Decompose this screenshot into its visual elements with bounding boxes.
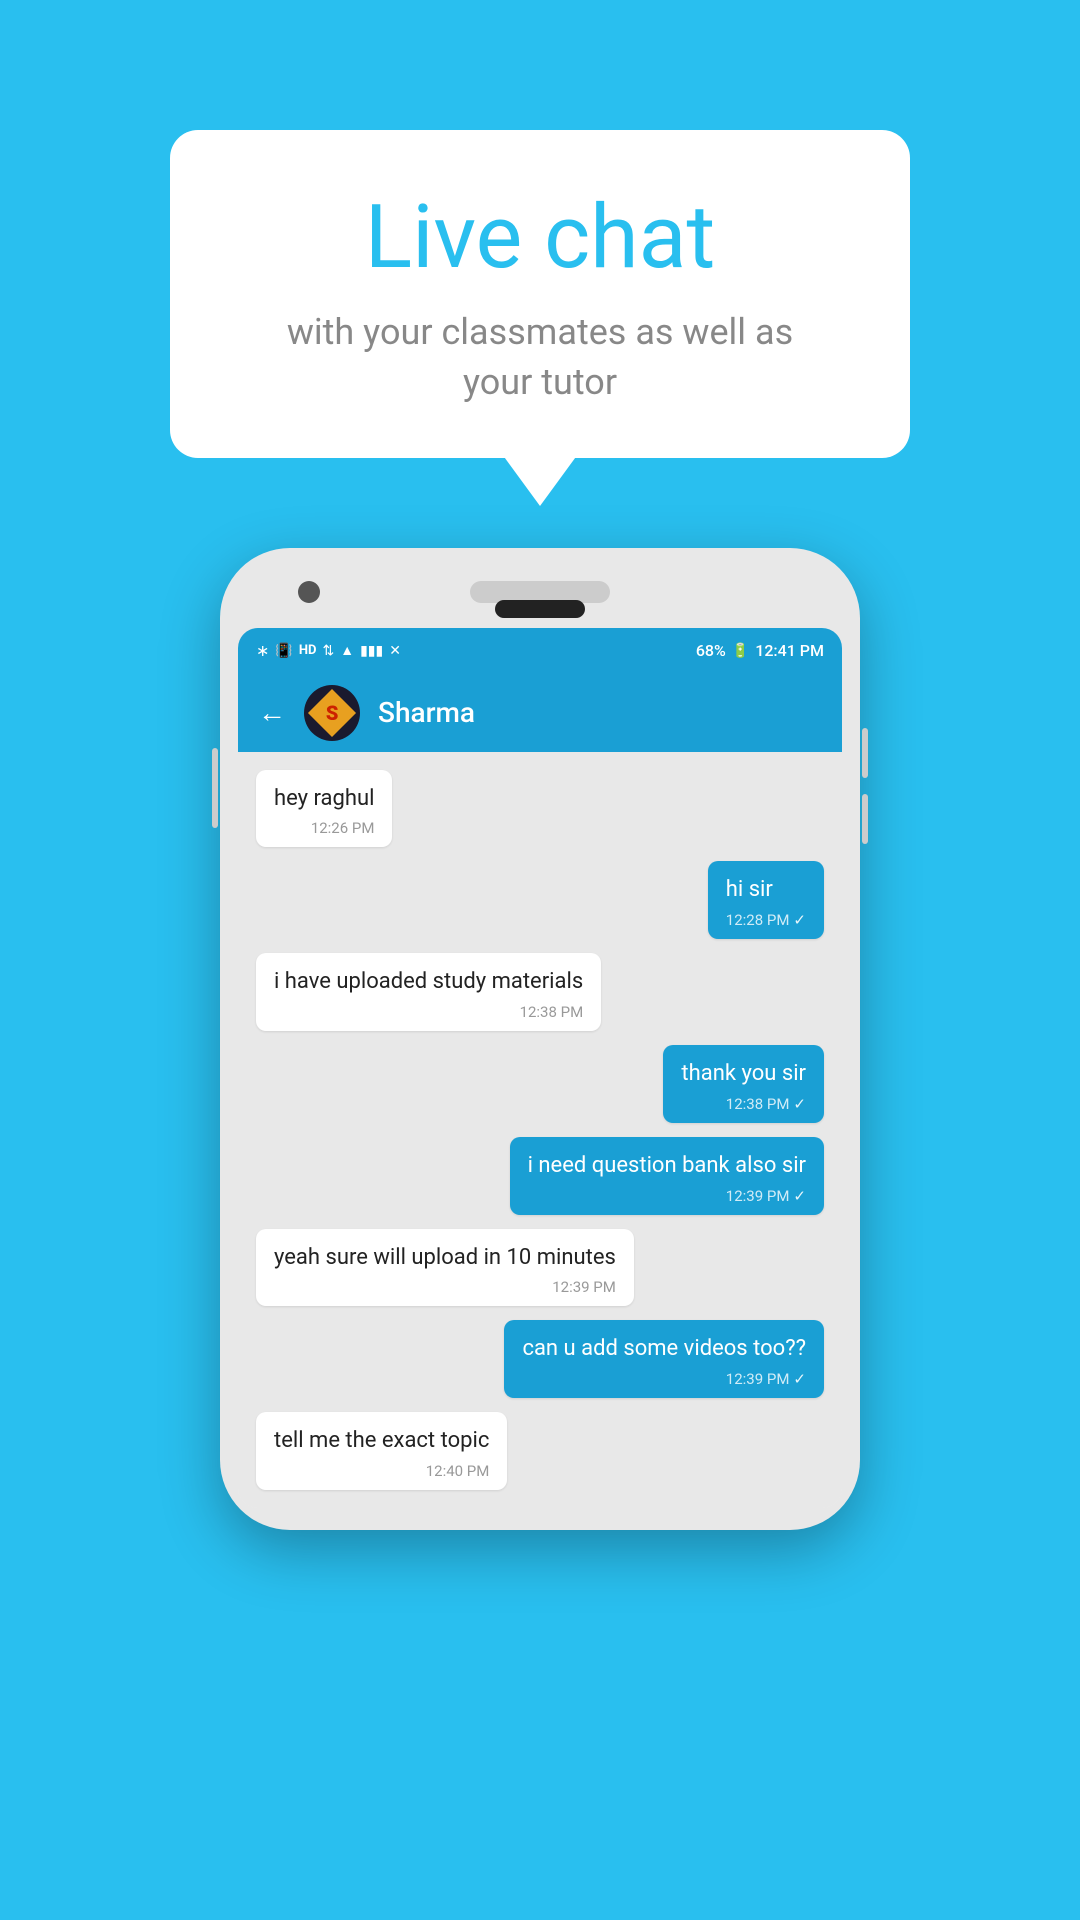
vibrate-icon: 📳 <box>275 643 292 659</box>
message-time: 12:38 PM <box>274 1003 583 1021</box>
read-receipt-icon: ✓ <box>793 1370 806 1388</box>
message-bubble: can u add some videos too?? 12:39 PM ✓ <box>504 1320 824 1398</box>
message-text: i have uploaded study materials <box>274 967 583 998</box>
phone-top-hardware <box>238 570 842 614</box>
signal-icon: ▮▮▮ <box>360 643 383 659</box>
message-bubble: yeah sure will upload in 10 minutes 12:39… <box>256 1229 634 1307</box>
message-text: can u add some videos too?? <box>522 1334 806 1365</box>
status-bar: ∗ 📳 HD ⇅ ▲ ▮▮▮ ✕ 68% 🔋 12:41 PM <box>238 628 842 674</box>
message-time: 12:40 PM <box>274 1462 489 1480</box>
earpiece <box>495 600 585 618</box>
message-time: 12:39 PM ✓ <box>528 1187 806 1205</box>
power-button <box>212 748 218 828</box>
status-left-icons: ∗ 📳 HD ⇅ ▲ ▮▮▮ ✕ <box>256 641 401 660</box>
message-time: 12:39 PM <box>274 1278 616 1296</box>
message-bubble: thank you sir 12:38 PM ✓ <box>663 1045 824 1123</box>
read-receipt-icon: ✓ <box>793 1187 806 1205</box>
contact-name: Sharma <box>378 696 475 729</box>
speech-bubble: Live chat with your classmates as well a… <box>170 130 910 458</box>
volume-up-button <box>862 728 868 778</box>
clock: 12:41 PM <box>755 641 824 660</box>
message-bubble: hey raghul 12:26 PM <box>256 770 392 848</box>
message-text: i need question bank also sir <box>528 1151 806 1182</box>
read-receipt-icon: ✓ <box>793 1095 806 1113</box>
message-text: hi sir <box>726 875 806 906</box>
bluetooth-icon: ∗ <box>256 641 269 660</box>
read-receipt-icon: ✓ <box>793 911 806 929</box>
message-text: tell me the exact topic <box>274 1426 489 1457</box>
phone-mockup: ∗ 📳 HD ⇅ ▲ ▮▮▮ ✕ 68% 🔋 12:41 PM ← <box>220 548 860 1530</box>
message-text: thank you sir <box>681 1059 806 1090</box>
message-text: hey raghul <box>274 784 374 815</box>
superman-s-letter: S <box>326 701 339 725</box>
volume-down-button <box>862 794 868 844</box>
battery-icon: 🔋 <box>732 643 749 659</box>
front-camera <box>298 581 320 603</box>
message-time: 12:28 PM ✓ <box>726 911 806 929</box>
x-signal-icon: ✕ <box>389 643 401 659</box>
message-time: 12:39 PM ✓ <box>522 1370 806 1388</box>
bubble-title: Live chat <box>250 190 830 287</box>
data-arrows-icon: ⇅ <box>322 643 334 659</box>
avatar: S <box>304 685 360 741</box>
back-button[interactable]: ← <box>258 696 286 729</box>
bubble-subtitle: with your classmates as well as your tut… <box>250 307 830 408</box>
chat-area: hey raghul 12:26 PM hi sir 12:28 PM ✓ i have… <box>238 752 842 1508</box>
message-text: yeah sure will upload in 10 minutes <box>274 1243 616 1274</box>
message-time: 12:26 PM <box>274 819 374 837</box>
superman-diamond: S <box>308 689 356 737</box>
message-bubble: hi sir 12:28 PM ✓ <box>708 861 824 939</box>
message-bubble: i have uploaded study materials 12:38 PM <box>256 953 601 1031</box>
app-bar: ← S Sharma <box>238 674 842 752</box>
message-bubble: tell me the exact topic 12:40 PM <box>256 1412 507 1490</box>
message-time: 12:38 PM ✓ <box>681 1095 806 1113</box>
wifi-icon: ▲ <box>340 642 354 659</box>
battery-percent: 68% <box>696 641 726 660</box>
message-bubble: i need question bank also sir 12:39 PM ✓ <box>510 1137 824 1215</box>
phone-screen: ∗ 📳 HD ⇅ ▲ ▮▮▮ ✕ 68% 🔋 12:41 PM ← <box>238 628 842 1508</box>
hd-label: HD <box>299 643 317 658</box>
status-right-area: 68% 🔋 12:41 PM <box>696 641 824 660</box>
phone-outer: ∗ 📳 HD ⇅ ▲ ▮▮▮ ✕ 68% 🔋 12:41 PM ← <box>220 548 860 1530</box>
